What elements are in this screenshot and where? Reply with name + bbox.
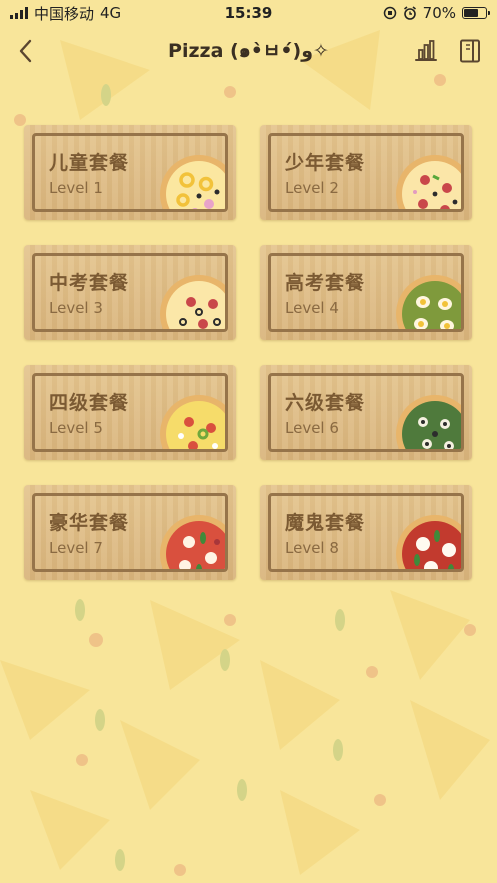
salami-olive-pizza-icon [396, 155, 461, 209]
card-frame: 高考套餐 Level 4 [268, 253, 464, 332]
level-card-2[interactable]: 少年套餐 Level 2 [260, 125, 472, 220]
bar-chart-icon[interactable] [413, 38, 439, 64]
battery-percent: 70% [422, 4, 456, 22]
card-frame: 魔鬼套餐 Level 8 [268, 493, 464, 572]
level-card-3[interactable]: 中考套餐 Level 3 [24, 245, 236, 340]
level-label: Level 2 [285, 179, 339, 197]
level-label: Level 6 [285, 419, 339, 437]
status-time: 15:39 [224, 4, 273, 22]
cheese-pineapple-pizza-icon [160, 155, 225, 209]
salami-olive-pizza-icon [160, 275, 225, 329]
level-card-5[interactable]: 四级套餐 Level 5 [24, 365, 236, 460]
card-frame: 儿童套餐 Level 1 [32, 133, 228, 212]
mozzarella-basil-pizza-icon [396, 515, 461, 569]
level-label: Level 4 [285, 299, 339, 317]
battery-icon [462, 7, 490, 19]
egg-pesto-pizza-icon [396, 275, 461, 329]
level-label: Level 5 [49, 419, 103, 437]
level-title: 高考套餐 [285, 272, 366, 294]
tomato-pepper-pizza-icon [160, 395, 225, 449]
alarm-icon [403, 6, 416, 20]
book-icon[interactable] [457, 38, 483, 64]
olive-pesto-pizza-icon [396, 395, 461, 449]
level-title: 少年套餐 [285, 152, 366, 174]
navigation-bar: Pizza (๑•̀ㅂ•́)و✧ [0, 26, 497, 76]
level-label: Level 7 [49, 539, 103, 557]
page-title: Pizza (๑•̀ㅂ•́)و✧ [168, 40, 329, 62]
chevron-left-icon[interactable] [14, 38, 38, 64]
card-frame: 六级套餐 Level 6 [268, 373, 464, 452]
level-card-6[interactable]: 六级套餐 Level 6 [260, 365, 472, 460]
level-title: 中考套餐 [49, 272, 130, 294]
level-title: 儿童套餐 [49, 152, 130, 174]
signal-icon [10, 7, 28, 19]
carrier-name: 中国移动 [34, 4, 95, 23]
level-card-8[interactable]: 魔鬼套餐 Level 8 [260, 485, 472, 580]
battery-fill [464, 9, 479, 17]
level-card-1[interactable]: 儿童套餐 Level 1 [24, 125, 236, 220]
level-title: 豪华套餐 [49, 512, 130, 534]
level-card-4[interactable]: 高考套餐 Level 4 [260, 245, 472, 340]
margherita-pizza-icon [160, 515, 225, 569]
card-frame: 四级套餐 Level 5 [32, 373, 228, 452]
card-frame: 豪华套餐 Level 7 [32, 493, 228, 572]
orientation-lock-icon [383, 6, 396, 20]
level-label: Level 1 [49, 179, 103, 197]
card-frame: 中考套餐 Level 3 [32, 253, 228, 332]
level-label: Level 3 [49, 299, 103, 317]
status-bar: 中国移动 4G 15:39 70% [0, 0, 497, 26]
level-grid: 儿童套餐 Level 1 少年套餐 Level 2 中考套餐 Level 3 高… [24, 125, 474, 580]
level-card-7[interactable]: 豪华套餐 Level 7 [24, 485, 236, 580]
level-title: 六级套餐 [285, 392, 366, 414]
level-title: 四级套餐 [49, 392, 130, 414]
network-type: 4G [100, 4, 122, 22]
level-label: Level 8 [285, 539, 339, 557]
level-title: 魔鬼套餐 [285, 512, 366, 534]
card-frame: 少年套餐 Level 2 [268, 133, 464, 212]
